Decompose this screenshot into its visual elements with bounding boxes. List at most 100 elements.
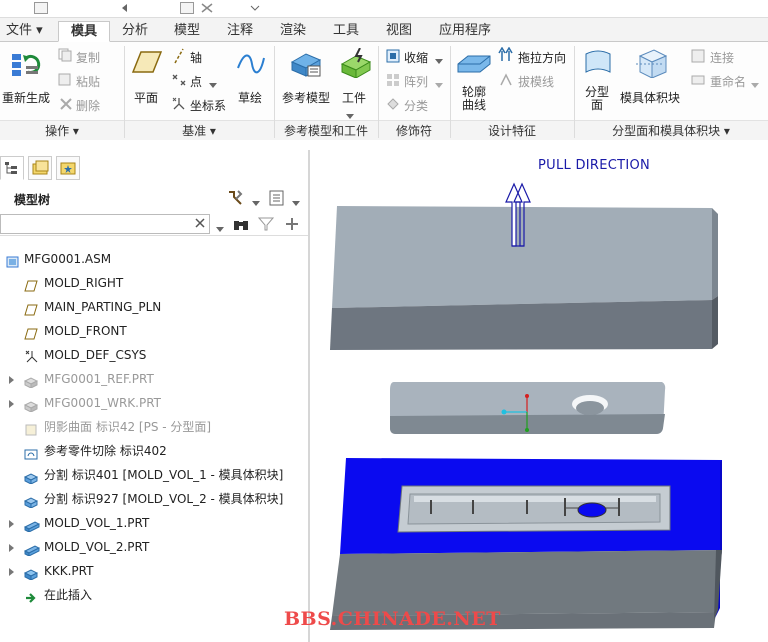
parting-surface-button[interactable]: 分型 面 — [585, 86, 609, 112]
undo-icon[interactable] — [120, 2, 134, 14]
pull-direction-button[interactable]: 拖拉方向 — [518, 49, 566, 66]
datum-plane-icon — [24, 301, 38, 316]
parting-label-2: 面 — [591, 98, 604, 112]
tree-row-label: 阴影曲面 标识42 [PS - 分型面] — [44, 420, 212, 434]
show-dropdown-icon[interactable] — [292, 196, 300, 210]
tree-row-label: MOLD_RIGHT — [44, 276, 124, 290]
tree-search-input[interactable] — [0, 214, 210, 234]
pattern-button[interactable]: 阵列 — [404, 73, 428, 90]
folder-browser-tab[interactable] — [28, 156, 52, 180]
tree-row[interactable]: MOLD_FRONT — [0, 320, 308, 342]
settings-dropdown-icon[interactable] — [252, 196, 260, 210]
mold-volume-button[interactable]: 模具体积块 — [620, 89, 680, 106]
tree-row[interactable]: MAIN_PARTING_PLN — [0, 296, 308, 318]
shadow-surface-icon — [24, 421, 37, 436]
graphics-viewport[interactable]: PULL DIRECTION BBS.CHINADE.NET — [284, 150, 768, 642]
tree-search-row — [0, 212, 308, 236]
point-dropdown-icon[interactable] — [209, 78, 217, 92]
sketch-icon — [236, 50, 266, 81]
tab-mold[interactable]: 模具 — [58, 21, 110, 42]
delete-button[interactable]: 删除 — [76, 97, 100, 114]
tab-annotate[interactable]: 注释 — [221, 21, 259, 42]
tree-row[interactable]: MFG0001_REF.PRT — [0, 368, 308, 390]
search-dropdown-icon[interactable] — [216, 222, 224, 236]
silhouette-curve-button[interactable]: 轮廓 曲线 — [462, 86, 486, 112]
tab-applications[interactable]: 应用程序 — [433, 21, 497, 42]
axis-button[interactable]: 轴 — [190, 49, 202, 66]
expand-arrow-icon[interactable] — [9, 544, 14, 552]
pattern-icon — [385, 72, 401, 91]
expand-arrow-icon[interactable] — [9, 520, 14, 528]
tree-row[interactable]: MOLD_VOL_1.PRT — [0, 512, 308, 534]
shrink-button[interactable]: 收缩 — [404, 49, 428, 66]
tree-row[interactable]: MOLD_VOL_2.PRT — [0, 536, 308, 558]
connect-button[interactable]: 连接 — [710, 49, 734, 66]
regenerate-button[interactable]: 重新生成 — [2, 89, 50, 106]
tree-row[interactable]: 在此插入 — [0, 584, 308, 606]
model-canvas — [330, 182, 722, 630]
csys-button[interactable]: 坐标系 — [190, 97, 226, 114]
shrink-dropdown-icon[interactable] — [435, 54, 443, 68]
copy-icon — [58, 48, 72, 65]
tree-row[interactable]: 分割 标识401 [MOLD_VOL_1 - 模具体积块] — [0, 464, 308, 486]
find-binoculars-icon[interactable] — [232, 216, 250, 235]
window-icon[interactable] — [180, 2, 194, 14]
close-window-icon[interactable] — [200, 2, 214, 14]
tree-row[interactable]: 参考零件切除 标识402 — [0, 440, 308, 462]
show-options-icon[interactable] — [268, 189, 286, 210]
group-design-features: 设计特征 — [487, 124, 536, 138]
rename-dropdown-icon[interactable] — [751, 78, 759, 92]
tree-row[interactable]: MFG0001_WRK.PRT — [0, 392, 308, 414]
tab-tools[interactable]: 工具 — [327, 21, 365, 42]
tab-view[interactable]: 视图 — [380, 21, 418, 42]
dropdown-icon[interactable] — [248, 2, 262, 14]
expand-arrow-icon[interactable] — [9, 568, 14, 576]
plane-icon — [131, 50, 163, 77]
split-icon — [23, 493, 39, 509]
regenerate-icon — [10, 48, 42, 83]
model-tree-tab[interactable] — [0, 156, 24, 180]
workpiece-dropdown-icon[interactable] — [346, 109, 354, 123]
add-icon[interactable] — [284, 216, 300, 235]
tab-model[interactable]: 模型 — [168, 21, 206, 42]
point-button[interactable]: 点 — [190, 73, 202, 90]
filter-icon[interactable] — [257, 216, 275, 235]
cavity-block[interactable] — [330, 458, 722, 630]
tab-render[interactable]: 渲染 — [274, 21, 312, 42]
tree-row[interactable]: 阴影曲面 标识42 [PS - 分型面] — [0, 416, 308, 438]
paste-button[interactable]: 粘贴 — [76, 73, 100, 90]
favorites-tab[interactable] — [56, 156, 80, 180]
tree-row[interactable]: MOLD_RIGHT — [0, 272, 308, 294]
expand-arrow-icon[interactable] — [9, 400, 14, 408]
plane-button[interactable]: 平面 — [134, 89, 158, 106]
sketch-button[interactable]: 草绘 — [238, 89, 262, 106]
group-datum[interactable]: 基准 ▾ — [124, 122, 274, 140]
workpiece-button[interactable]: 工件 — [342, 89, 366, 106]
tree-row-label: MFG0001_REF.PRT — [44, 372, 154, 386]
ribbon: 重新生成 复制 粘贴 删除 平面 轴 点 坐标系 草绘 参考模型 工件 收缩 阵… — [0, 42, 768, 140]
ref-model-button[interactable]: 参考模型 — [282, 89, 330, 106]
clear-search-icon[interactable] — [194, 217, 206, 232]
tab-analysis[interactable]: 分析 — [116, 21, 154, 42]
save-icon[interactable] — [34, 2, 48, 14]
tree-row[interactable]: MFG0001.ASM — [0, 248, 308, 270]
molded-part[interactable] — [390, 382, 666, 434]
classify-button[interactable]: 分类 — [404, 97, 428, 114]
shrink-icon — [385, 48, 401, 67]
expand-arrow-icon[interactable] — [9, 376, 14, 384]
draft-line-button[interactable]: 拔模线 — [518, 73, 554, 90]
ref-cut-icon — [24, 445, 38, 460]
copy-button[interactable]: 复制 — [76, 49, 100, 66]
settings-tools-icon[interactable] — [226, 189, 244, 210]
tree-row[interactable]: MOLD_DEF_CSYS — [0, 344, 308, 366]
tree-row[interactable]: KKK.PRT — [0, 560, 308, 582]
datum-plane-icon — [24, 277, 38, 292]
tree-row-label: MOLD_VOL_2.PRT — [44, 540, 150, 554]
insert-here-icon — [24, 589, 37, 603]
pattern-dropdown-icon[interactable] — [435, 78, 443, 92]
tree-row[interactable]: 分割 标识927 [MOLD_VOL_2 - 模具体积块] — [0, 488, 308, 510]
group-parting[interactable]: 分型面和模具体积块 ▾ — [574, 122, 768, 140]
group-operations[interactable]: 操作 ▾ — [0, 122, 124, 140]
tab-file[interactable]: 文件 ▾ — [0, 21, 49, 42]
rename-button[interactable]: 重命名 — [710, 73, 746, 90]
